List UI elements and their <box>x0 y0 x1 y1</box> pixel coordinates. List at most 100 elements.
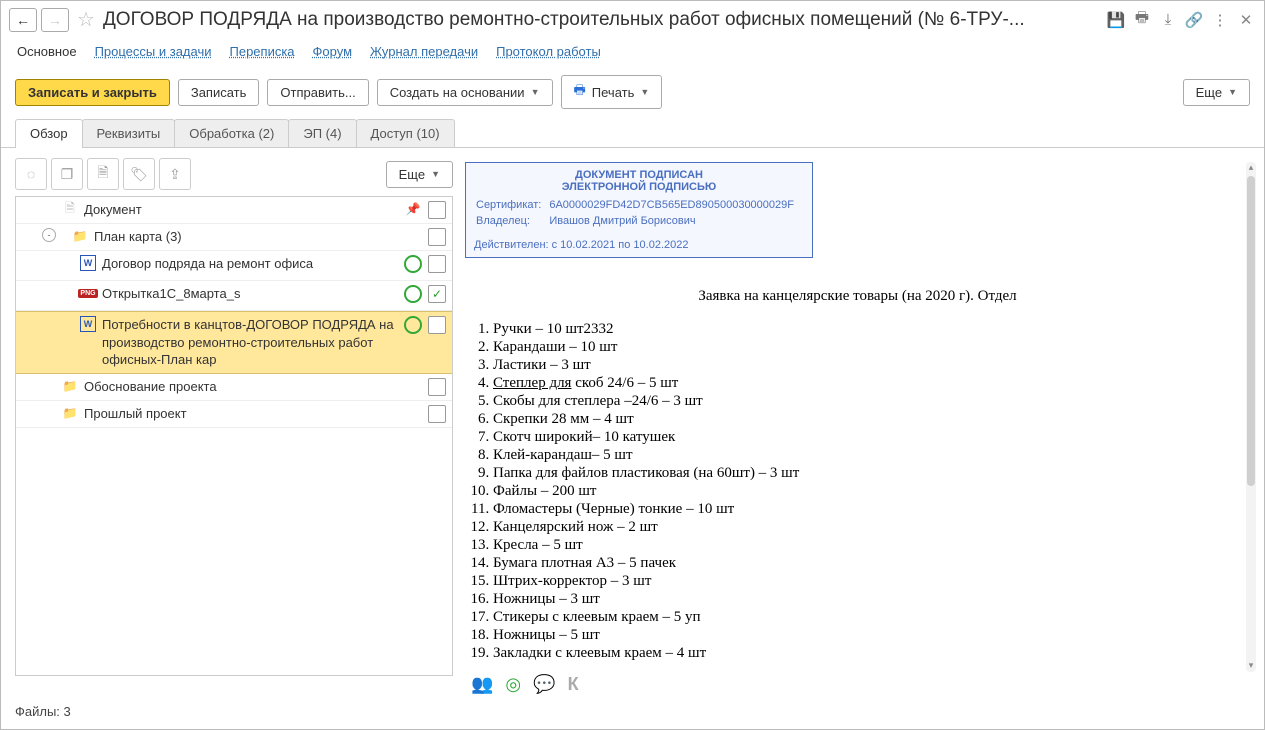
preview-item: Скобы для степлера –24/6 – 3 шт <box>493 393 1246 410</box>
tree-row[interactable]: 🗎Документ📌 <box>16 197 452 224</box>
scroll-thumb[interactable] <box>1247 176 1255 486</box>
png-icon: PNG <box>80 285 96 301</box>
tree-expander-icon[interactable]: - <box>42 228 56 242</box>
tree-row[interactable]: 📁 Обоснование проекта <box>16 374 452 401</box>
nav-link-1[interactable]: Процессы и задачи <box>95 44 212 59</box>
preview-scrollbar[interactable]: ▴ ▾ <box>1246 162 1256 672</box>
preview-item: Скотч широкий– 10 катушек <box>493 429 1246 446</box>
stamp-cert-label: Сертификат: <box>476 199 547 213</box>
approval-icon[interactable]: ◎ <box>505 674 521 695</box>
tree-more-label: Еще <box>399 167 425 182</box>
toolbar-refresh-button[interactable]: ◌ <box>15 158 47 190</box>
folder-icon: 📁 <box>62 378 78 394</box>
tree-row[interactable]: W Договор подряда на ремонт офиса <box>16 251 452 281</box>
users-icon[interactable]: 👥 <box>471 674 493 695</box>
nav-link-5[interactable]: Протокол работы <box>496 44 601 59</box>
tree-row[interactable]: -📁План карта (3) <box>16 224 452 251</box>
nav-link-4[interactable]: Журнал передачи <box>370 44 478 59</box>
preview-item: Скрепки 28 мм – 4 шт <box>493 411 1246 428</box>
create-based-on-button[interactable]: Создать на основании ▼ <box>377 79 553 106</box>
preview-item: Папка для файлов пластиковая (на 60шт) –… <box>493 465 1246 482</box>
more-label: Еще <box>1196 85 1222 100</box>
tab-1[interactable]: Реквизиты <box>82 119 176 147</box>
scroll-down-icon[interactable]: ▾ <box>1247 660 1255 672</box>
save-and-close-button[interactable]: Записать и закрыть <box>15 79 170 106</box>
signed-icon <box>404 255 422 276</box>
print-icon[interactable]: 🖶 <box>1132 10 1152 30</box>
nav-link-label: Процессы и задачи <box>95 44 212 59</box>
tab-0[interactable]: Обзор <box>15 119 83 147</box>
signature-stamp: ДОКУМЕНТ ПОДПИСАН ЭЛЕКТРОННОЙ ПОДПИСЬЮ С… <box>465 162 813 258</box>
checkbox[interactable] <box>428 255 446 273</box>
tree-row-label: Прошлый проект <box>84 405 398 423</box>
kebab-icon[interactable]: ⋮ <box>1210 10 1230 30</box>
save-icon[interactable]: 💾 <box>1106 10 1126 30</box>
tree-row[interactable]: 📁 Прошлый проект <box>16 401 452 428</box>
toolbar-copy-button[interactable]: ❐ <box>51 158 83 190</box>
tree-row-label: Договор подряда на ремонт офиса <box>102 255 398 273</box>
folder-icon: 📁 <box>62 405 78 421</box>
more-button[interactable]: Еще▼ <box>1183 79 1250 106</box>
nav-link-label: Переписка <box>230 44 295 59</box>
chat-icon[interactable]: 💬 <box>533 674 555 695</box>
toolbar-upload-button[interactable]: ⇪ <box>159 158 191 190</box>
nav-link-2[interactable]: Переписка <box>230 44 295 59</box>
save-button[interactable]: Записать <box>178 79 260 106</box>
send-button[interactable]: Отправить... <box>267 79 368 106</box>
checkbox[interactable] <box>428 228 446 246</box>
toolbar-new-button[interactable]: 🗎 <box>87 158 119 190</box>
tree-row-label: Обоснование проекта <box>84 378 398 396</box>
nav-link-3[interactable]: Форум <box>313 44 353 59</box>
window-title: ДОГОВОР ПОДРЯДА на производство ремонтно… <box>103 9 1096 31</box>
files-count: Файлы: 3 <box>15 704 71 719</box>
preview-item: Кресла – 5 шт <box>493 537 1246 554</box>
checkbox[interactable]: ✓ <box>428 285 446 303</box>
document-icon: 🗎 <box>62 201 78 217</box>
tab-2[interactable]: Обработка (2) <box>174 119 289 147</box>
checkbox[interactable] <box>428 378 446 396</box>
preview-item: Клей-карандаш– 5 шт <box>493 447 1246 464</box>
checkbox[interactable] <box>428 405 446 423</box>
toolbar-tag-button[interactable]: 🏷 <box>123 158 155 190</box>
favorite-star-icon[interactable]: ☆ <box>77 7 95 32</box>
preview-title: Заявка на канцелярские товары (на 2020 г… <box>469 288 1246 305</box>
tab-3[interactable]: ЭП (4) <box>288 119 356 147</box>
preview-item: Ножницы – 5 шт <box>493 627 1246 644</box>
print-button[interactable]: 🖶 Печать ▼ <box>561 75 663 109</box>
preview-item: Стикеры с клеевым краем – 5 уп <box>493 609 1246 626</box>
export-icon[interactable]: ⤓ <box>1158 10 1178 30</box>
nav-link-label: Основное <box>17 44 77 59</box>
printer-icon: 🖶 <box>574 81 586 103</box>
stamp-cert: 6A0000029FD42D7CB565ED890500030000029F <box>549 199 800 213</box>
tree-row-label: Открытка1С_8марта_s <box>102 285 398 303</box>
preview-item: Ручки – 10 шт2332 <box>493 321 1246 338</box>
stamp-line2: ЭЛЕКТРОННОЙ ПОДПИСЬЮ <box>474 181 804 193</box>
k-icon[interactable]: К <box>568 674 579 695</box>
close-icon[interactable]: ✕ <box>1236 10 1256 30</box>
checkbox[interactable] <box>428 201 446 219</box>
preview-item: Канцелярский нож – 2 шт <box>493 519 1246 536</box>
tree-row[interactable]: PNG Открытка1С_8марта_s ✓ <box>16 281 452 311</box>
nav-link-label: Протокол работы <box>496 44 601 59</box>
tree-row[interactable]: WПотребности в канцтов-ДОГОВОР ПОДРЯДА н… <box>16 311 452 374</box>
create-based-on-label: Создать на основании <box>390 85 525 100</box>
tree-more-button[interactable]: Еще ▼ <box>386 161 453 188</box>
stamp-owner-label: Владелец: <box>476 215 547 229</box>
word-doc-icon: W <box>80 255 96 271</box>
pin-icon: 📌 <box>404 201 422 216</box>
nav-link-0[interactable]: Основное <box>17 44 77 59</box>
caret-down-icon: ▼ <box>640 87 649 97</box>
word-doc-icon: W <box>80 316 96 332</box>
preview-item: Ластики – 3 шт <box>493 357 1246 374</box>
tab-4[interactable]: Доступ (10) <box>356 119 455 147</box>
caret-down-icon: ▼ <box>431 169 440 179</box>
caret-down-icon: ▼ <box>531 87 540 97</box>
forward-button[interactable]: → <box>41 8 69 32</box>
checkbox[interactable] <box>428 316 446 334</box>
preview-item: Степлер для скоб 24/6 – 5 шт <box>493 375 1246 392</box>
print-label: Печать <box>592 85 635 100</box>
scroll-up-icon[interactable]: ▴ <box>1247 162 1255 174</box>
back-button[interactable]: ← <box>9 8 37 32</box>
link-icon[interactable]: 🔗 <box>1184 10 1204 30</box>
stamp-valid: Действителен: с 10.02.2021 по 10.02.2022 <box>474 239 804 251</box>
